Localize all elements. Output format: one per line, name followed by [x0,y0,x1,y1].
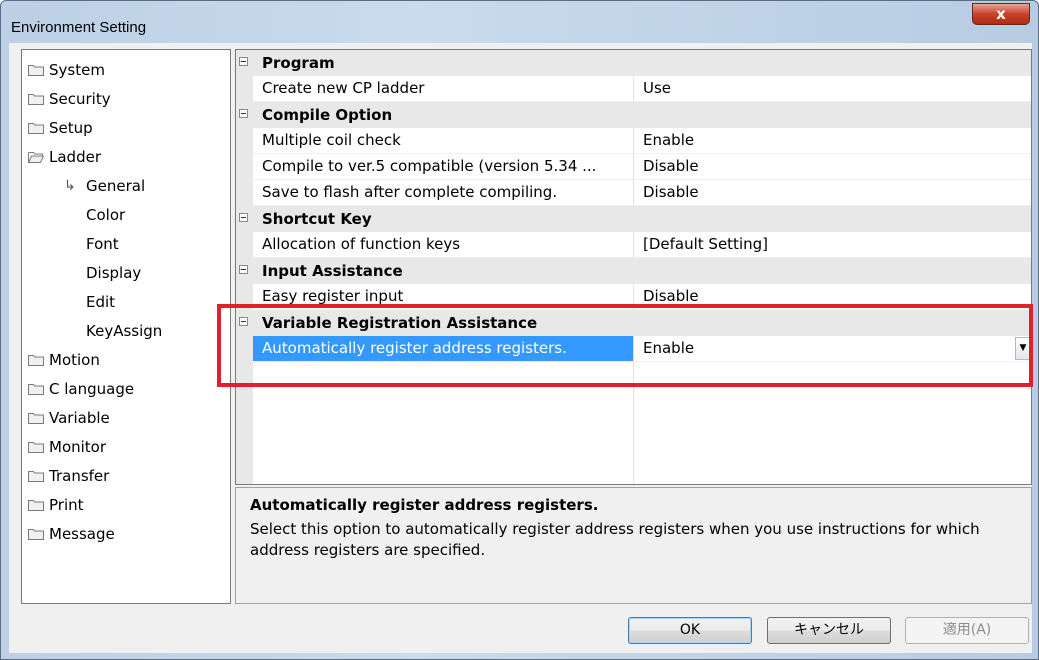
folder-icon [28,441,44,453]
tree-item-label: Motion [49,351,100,369]
ok-button[interactable]: OK [628,617,752,644]
tree-item-monitor[interactable]: Monitor [28,434,106,460]
folder-icon [28,64,44,76]
property-name[interactable]: Multiple coil check [253,128,633,154]
tree-item-motion[interactable]: Motion [28,347,100,373]
category-label: Input Assistance [262,262,403,280]
property-value[interactable]: Enable [633,128,1031,154]
property-name[interactable]: Save to flash after complete compiling. [253,180,633,206]
tree-item-setup[interactable]: Setup [28,115,93,141]
tree-item-label: Display [86,264,142,282]
property-value-text: Disable [643,183,699,201]
tree-item-label: Color [86,206,126,224]
property-row[interactable]: Save to flash after complete compiling. D… [236,180,1031,206]
category-label: Shortcut Key [262,210,372,228]
tree-item-message[interactable]: Message [28,521,115,547]
folder-icon [28,122,44,134]
property-value[interactable]: Disable [633,180,1031,206]
property-name[interactable]: Create new CP ladder [253,76,633,102]
property-name[interactable]: Compile to ver.5 compatible (version 5.3… [253,154,633,180]
property-value-text: [Default Setting] [643,235,768,253]
tree-item-font[interactable]: Font [86,231,119,257]
tree-item-label: Transfer [49,467,110,485]
property-value[interactable]: Disable [633,154,1031,180]
property-value-text: Use [643,79,672,97]
cancel-button[interactable]: キャンセル [767,617,891,644]
tree-item-edit[interactable]: Edit [86,289,115,315]
help-title: Automatically register address registers… [250,496,599,514]
collapse-icon[interactable] [239,109,248,118]
tree-item-keyassign[interactable]: KeyAssign [86,318,162,344]
tree-item-general[interactable]: ↳ General [64,173,145,199]
tree-item-label: Ladder [49,148,101,166]
property-row[interactable]: Create new CP ladder Use [236,76,1031,102]
property-row[interactable]: Multiple coil check Enable [236,128,1031,154]
environment-setting-window: Environment Setting x System Security Setu… [0,0,1039,660]
collapse-icon[interactable] [239,57,248,66]
title-bar[interactable]: Environment Setting x [1,1,1038,43]
close-icon: x [996,5,1006,23]
property-row[interactable]: Allocation of function keys [Default Sett… [236,232,1031,258]
tree-item-label: Font [86,235,119,253]
tree-item-label: C language [49,380,135,398]
property-value-text: Disable [643,157,699,175]
selected-arrow-icon: ↳ [64,178,76,194]
category-label: Compile Option [262,106,393,124]
highlight-box [217,304,1033,387]
tree-item-print[interactable]: Print [28,492,84,518]
tree-item-label: Variable [49,409,110,427]
property-value[interactable]: [Default Setting] [633,232,1031,258]
property-value-text: Enable [643,131,695,149]
folder-open-icon [28,151,44,163]
window-title: Environment Setting [11,19,147,36]
folder-icon [28,354,44,366]
category-row[interactable]: Compile Option [236,102,1031,128]
category-label: Program [262,54,335,72]
property-value-text: Disable [643,287,699,305]
folder-icon [28,412,44,424]
tree-item-color[interactable]: Color [86,202,125,228]
tree-item-label: Security [49,90,111,108]
tree-item-label: Setup [49,119,93,137]
folder-icon [28,528,44,540]
tree-item-display[interactable]: Display [86,260,141,286]
property-grid: Program Create new CP ladder Use Compile Op… [235,49,1032,485]
tree-item-security[interactable]: Security [28,86,111,112]
category-row[interactable]: Program [236,50,1031,76]
collapse-icon[interactable] [239,265,248,274]
tree-item-c-language[interactable]: C language [28,376,134,402]
tree-item-label: KeyAssign [86,322,163,340]
folder-icon [28,93,44,105]
tree-item-label: Print [49,496,84,514]
folder-icon [28,383,44,395]
property-value[interactable]: Use [633,76,1031,102]
tree-item-ladder[interactable]: Ladder [28,144,101,170]
tree-item-label: Message [49,525,115,543]
apply-button[interactable]: 適用(A) [905,617,1029,644]
tree-item-label: Monitor [49,438,107,456]
property-name[interactable]: Allocation of function keys [253,232,633,258]
tree-item-transfer[interactable]: Transfer [28,463,109,489]
collapse-icon[interactable] [239,213,248,222]
close-button[interactable]: x [972,3,1030,25]
tree-item-label: General [86,177,146,195]
category-row[interactable]: Input Assistance [236,258,1031,284]
tree-item-system[interactable]: System [28,57,105,83]
tree-item-variable[interactable]: Variable [28,405,110,431]
tree-item-label: Edit [86,293,116,311]
settings-tree: System Security Setup Ladder ↳ General Color Fo… [21,49,231,604]
category-row[interactable]: Shortcut Key [236,206,1031,232]
help-panel: Automatically register address registers… [235,487,1032,604]
help-description: Select this option to automatically regi… [250,520,980,559]
tree-item-label: System [49,61,105,79]
property-row[interactable]: Compile to ver.5 compatible (version 5.3… [236,154,1031,180]
folder-icon [28,470,44,482]
folder-icon [28,499,44,511]
